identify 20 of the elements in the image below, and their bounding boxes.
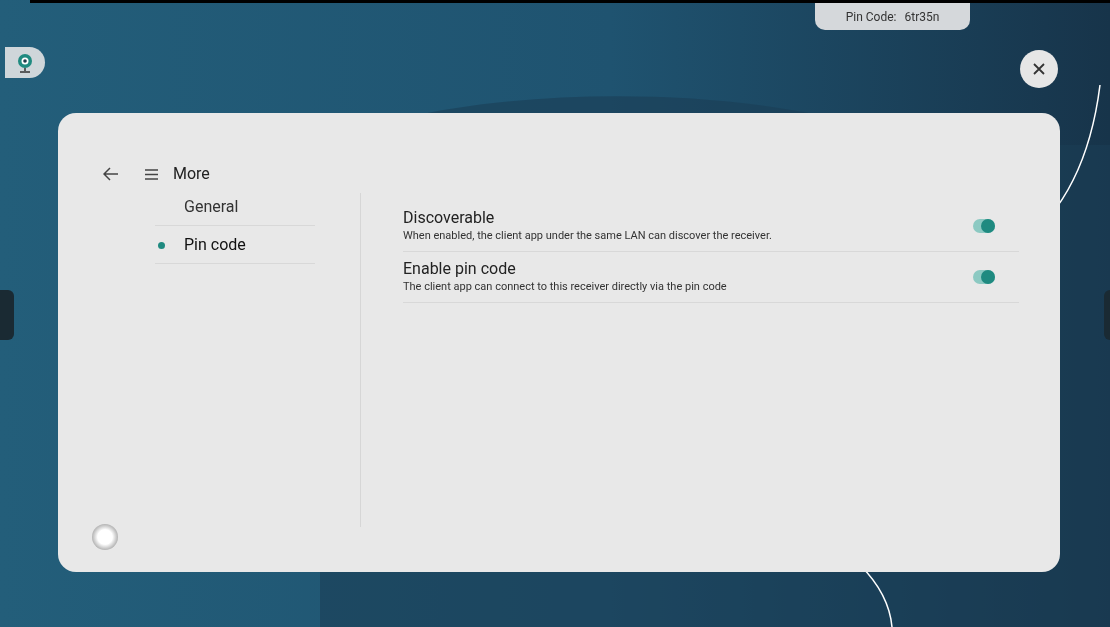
side-handle[interactable] [1104, 290, 1110, 340]
webcam-icon [16, 52, 34, 73]
toggle-switch[interactable] [973, 270, 995, 284]
nav-item[interactable]: General [155, 188, 315, 226]
header-title: More [173, 163, 210, 185]
loading-spinner-icon [92, 524, 118, 550]
setting-description: The client app can connect to this receiver directly via the pin code [403, 279, 728, 295]
setting-description: When enabled, the client app under the same LAN can discover the receiver. [403, 228, 773, 244]
menu-icon[interactable] [145, 167, 159, 181]
webcam-button[interactable] [5, 47, 45, 78]
setting-title: Discoverable [403, 208, 496, 228]
pin-code-value: 6tr35n [904, 8, 940, 26]
side-handle[interactable] [0, 290, 14, 340]
nav-item[interactable]: Pin code [155, 226, 315, 264]
back-arrow-icon[interactable] [103, 165, 121, 183]
pin-code-label: Pin Code: [845, 8, 897, 26]
close-icon [1033, 63, 1045, 75]
toggle-switch[interactable] [973, 219, 995, 233]
close-button[interactable] [1020, 50, 1058, 88]
setting-title: Enable pin code [403, 259, 517, 279]
